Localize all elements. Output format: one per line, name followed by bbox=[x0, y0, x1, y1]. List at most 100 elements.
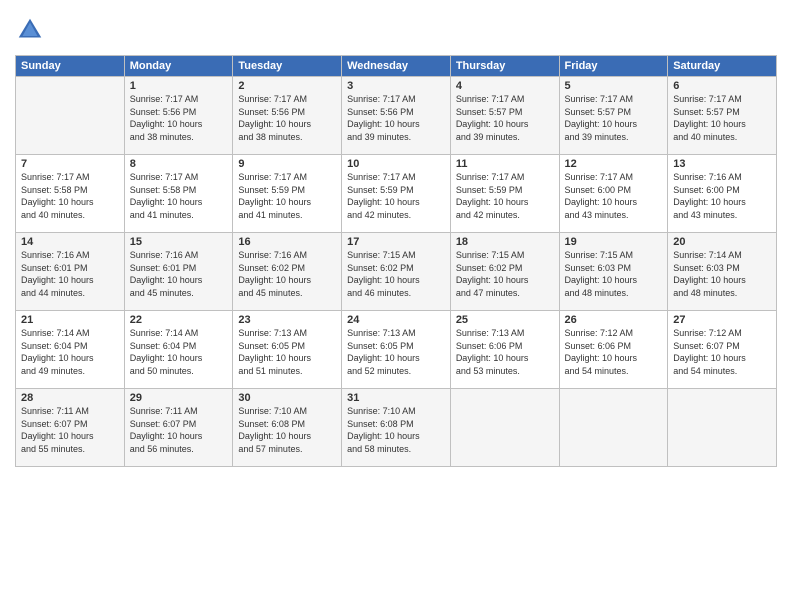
day-content: Sunrise: 7:15 AM Sunset: 6:02 PM Dayligh… bbox=[456, 249, 554, 299]
calendar-week-row: 1Sunrise: 7:17 AM Sunset: 5:56 PM Daylig… bbox=[16, 77, 777, 155]
calendar-cell: 8Sunrise: 7:17 AM Sunset: 5:58 PM Daylig… bbox=[124, 155, 233, 233]
calendar-header-monday: Monday bbox=[124, 56, 233, 77]
day-content: Sunrise: 7:17 AM Sunset: 5:57 PM Dayligh… bbox=[565, 93, 663, 143]
calendar-cell: 21Sunrise: 7:14 AM Sunset: 6:04 PM Dayli… bbox=[16, 311, 125, 389]
day-number: 11 bbox=[456, 158, 554, 170]
header bbox=[15, 15, 777, 45]
day-content: Sunrise: 7:13 AM Sunset: 6:05 PM Dayligh… bbox=[238, 327, 336, 377]
day-number: 17 bbox=[347, 236, 445, 248]
day-number: 20 bbox=[673, 236, 771, 248]
day-number: 8 bbox=[130, 158, 228, 170]
day-content: Sunrise: 7:17 AM Sunset: 5:56 PM Dayligh… bbox=[130, 93, 228, 143]
day-number: 27 bbox=[673, 314, 771, 326]
calendar-cell: 31Sunrise: 7:10 AM Sunset: 6:08 PM Dayli… bbox=[342, 389, 451, 467]
calendar-cell: 2Sunrise: 7:17 AM Sunset: 5:56 PM Daylig… bbox=[233, 77, 342, 155]
day-number: 19 bbox=[565, 236, 663, 248]
day-content: Sunrise: 7:12 AM Sunset: 6:06 PM Dayligh… bbox=[565, 327, 663, 377]
day-number: 25 bbox=[456, 314, 554, 326]
day-number: 4 bbox=[456, 80, 554, 92]
calendar-header-wednesday: Wednesday bbox=[342, 56, 451, 77]
day-content: Sunrise: 7:17 AM Sunset: 5:56 PM Dayligh… bbox=[347, 93, 445, 143]
calendar-header-sunday: Sunday bbox=[16, 56, 125, 77]
calendar-cell: 20Sunrise: 7:14 AM Sunset: 6:03 PM Dayli… bbox=[668, 233, 777, 311]
calendar-cell: 17Sunrise: 7:15 AM Sunset: 6:02 PM Dayli… bbox=[342, 233, 451, 311]
day-content: Sunrise: 7:17 AM Sunset: 5:56 PM Dayligh… bbox=[238, 93, 336, 143]
calendar-week-row: 14Sunrise: 7:16 AM Sunset: 6:01 PM Dayli… bbox=[16, 233, 777, 311]
calendar-cell: 29Sunrise: 7:11 AM Sunset: 6:07 PM Dayli… bbox=[124, 389, 233, 467]
calendar-cell: 7Sunrise: 7:17 AM Sunset: 5:58 PM Daylig… bbox=[16, 155, 125, 233]
calendar-cell: 4Sunrise: 7:17 AM Sunset: 5:57 PM Daylig… bbox=[450, 77, 559, 155]
day-content: Sunrise: 7:14 AM Sunset: 6:04 PM Dayligh… bbox=[130, 327, 228, 377]
calendar-cell: 26Sunrise: 7:12 AM Sunset: 6:06 PM Dayli… bbox=[559, 311, 668, 389]
day-content: Sunrise: 7:17 AM Sunset: 5:59 PM Dayligh… bbox=[238, 171, 336, 221]
calendar-cell: 11Sunrise: 7:17 AM Sunset: 5:59 PM Dayli… bbox=[450, 155, 559, 233]
calendar-cell: 30Sunrise: 7:10 AM Sunset: 6:08 PM Dayli… bbox=[233, 389, 342, 467]
day-content: Sunrise: 7:17 AM Sunset: 5:57 PM Dayligh… bbox=[456, 93, 554, 143]
calendar-cell: 23Sunrise: 7:13 AM Sunset: 6:05 PM Dayli… bbox=[233, 311, 342, 389]
calendar-cell: 10Sunrise: 7:17 AM Sunset: 5:59 PM Dayli… bbox=[342, 155, 451, 233]
calendar-cell bbox=[559, 389, 668, 467]
day-content: Sunrise: 7:11 AM Sunset: 6:07 PM Dayligh… bbox=[130, 405, 228, 455]
logo-icon bbox=[15, 15, 45, 45]
day-number: 10 bbox=[347, 158, 445, 170]
day-content: Sunrise: 7:16 AM Sunset: 6:01 PM Dayligh… bbox=[21, 249, 119, 299]
calendar-cell bbox=[668, 389, 777, 467]
calendar-cell: 14Sunrise: 7:16 AM Sunset: 6:01 PM Dayli… bbox=[16, 233, 125, 311]
logo bbox=[15, 15, 47, 45]
day-number: 29 bbox=[130, 392, 228, 404]
calendar-table: SundayMondayTuesdayWednesdayThursdayFrid… bbox=[15, 55, 777, 467]
calendar-header-thursday: Thursday bbox=[450, 56, 559, 77]
calendar-cell: 3Sunrise: 7:17 AM Sunset: 5:56 PM Daylig… bbox=[342, 77, 451, 155]
day-content: Sunrise: 7:17 AM Sunset: 5:58 PM Dayligh… bbox=[21, 171, 119, 221]
day-number: 21 bbox=[21, 314, 119, 326]
day-content: Sunrise: 7:17 AM Sunset: 6:00 PM Dayligh… bbox=[565, 171, 663, 221]
day-number: 22 bbox=[130, 314, 228, 326]
calendar-cell: 16Sunrise: 7:16 AM Sunset: 6:02 PM Dayli… bbox=[233, 233, 342, 311]
day-content: Sunrise: 7:11 AM Sunset: 6:07 PM Dayligh… bbox=[21, 405, 119, 455]
day-content: Sunrise: 7:14 AM Sunset: 6:03 PM Dayligh… bbox=[673, 249, 771, 299]
day-content: Sunrise: 7:13 AM Sunset: 6:06 PM Dayligh… bbox=[456, 327, 554, 377]
day-content: Sunrise: 7:17 AM Sunset: 5:57 PM Dayligh… bbox=[673, 93, 771, 143]
calendar-week-row: 7Sunrise: 7:17 AM Sunset: 5:58 PM Daylig… bbox=[16, 155, 777, 233]
day-content: Sunrise: 7:10 AM Sunset: 6:08 PM Dayligh… bbox=[238, 405, 336, 455]
day-content: Sunrise: 7:17 AM Sunset: 5:58 PM Dayligh… bbox=[130, 171, 228, 221]
day-content: Sunrise: 7:16 AM Sunset: 6:00 PM Dayligh… bbox=[673, 171, 771, 221]
day-content: Sunrise: 7:15 AM Sunset: 6:03 PM Dayligh… bbox=[565, 249, 663, 299]
day-number: 16 bbox=[238, 236, 336, 248]
day-content: Sunrise: 7:10 AM Sunset: 6:08 PM Dayligh… bbox=[347, 405, 445, 455]
calendar-cell bbox=[16, 77, 125, 155]
calendar-cell bbox=[450, 389, 559, 467]
calendar-cell: 15Sunrise: 7:16 AM Sunset: 6:01 PM Dayli… bbox=[124, 233, 233, 311]
calendar-cell: 22Sunrise: 7:14 AM Sunset: 6:04 PM Dayli… bbox=[124, 311, 233, 389]
calendar-header-row: SundayMondayTuesdayWednesdayThursdayFrid… bbox=[16, 56, 777, 77]
day-number: 1 bbox=[130, 80, 228, 92]
day-number: 14 bbox=[21, 236, 119, 248]
day-number: 12 bbox=[565, 158, 663, 170]
day-content: Sunrise: 7:13 AM Sunset: 6:05 PM Dayligh… bbox=[347, 327, 445, 377]
page-container: SundayMondayTuesdayWednesdayThursdayFrid… bbox=[0, 0, 792, 477]
day-number: 13 bbox=[673, 158, 771, 170]
calendar-week-row: 21Sunrise: 7:14 AM Sunset: 6:04 PM Dayli… bbox=[16, 311, 777, 389]
calendar-cell: 27Sunrise: 7:12 AM Sunset: 6:07 PM Dayli… bbox=[668, 311, 777, 389]
day-number: 9 bbox=[238, 158, 336, 170]
calendar-cell: 28Sunrise: 7:11 AM Sunset: 6:07 PM Dayli… bbox=[16, 389, 125, 467]
day-content: Sunrise: 7:17 AM Sunset: 5:59 PM Dayligh… bbox=[456, 171, 554, 221]
calendar-cell: 18Sunrise: 7:15 AM Sunset: 6:02 PM Dayli… bbox=[450, 233, 559, 311]
day-content: Sunrise: 7:16 AM Sunset: 6:01 PM Dayligh… bbox=[130, 249, 228, 299]
calendar-header-friday: Friday bbox=[559, 56, 668, 77]
calendar-cell: 13Sunrise: 7:16 AM Sunset: 6:00 PM Dayli… bbox=[668, 155, 777, 233]
calendar-cell: 5Sunrise: 7:17 AM Sunset: 5:57 PM Daylig… bbox=[559, 77, 668, 155]
day-number: 31 bbox=[347, 392, 445, 404]
day-content: Sunrise: 7:14 AM Sunset: 6:04 PM Dayligh… bbox=[21, 327, 119, 377]
calendar-cell: 25Sunrise: 7:13 AM Sunset: 6:06 PM Dayli… bbox=[450, 311, 559, 389]
calendar-header-tuesday: Tuesday bbox=[233, 56, 342, 77]
calendar-header-saturday: Saturday bbox=[668, 56, 777, 77]
calendar-week-row: 28Sunrise: 7:11 AM Sunset: 6:07 PM Dayli… bbox=[16, 389, 777, 467]
day-number: 24 bbox=[347, 314, 445, 326]
day-content: Sunrise: 7:12 AM Sunset: 6:07 PM Dayligh… bbox=[673, 327, 771, 377]
calendar-cell: 24Sunrise: 7:13 AM Sunset: 6:05 PM Dayli… bbox=[342, 311, 451, 389]
day-content: Sunrise: 7:15 AM Sunset: 6:02 PM Dayligh… bbox=[347, 249, 445, 299]
day-number: 30 bbox=[238, 392, 336, 404]
day-content: Sunrise: 7:16 AM Sunset: 6:02 PM Dayligh… bbox=[238, 249, 336, 299]
day-number: 3 bbox=[347, 80, 445, 92]
